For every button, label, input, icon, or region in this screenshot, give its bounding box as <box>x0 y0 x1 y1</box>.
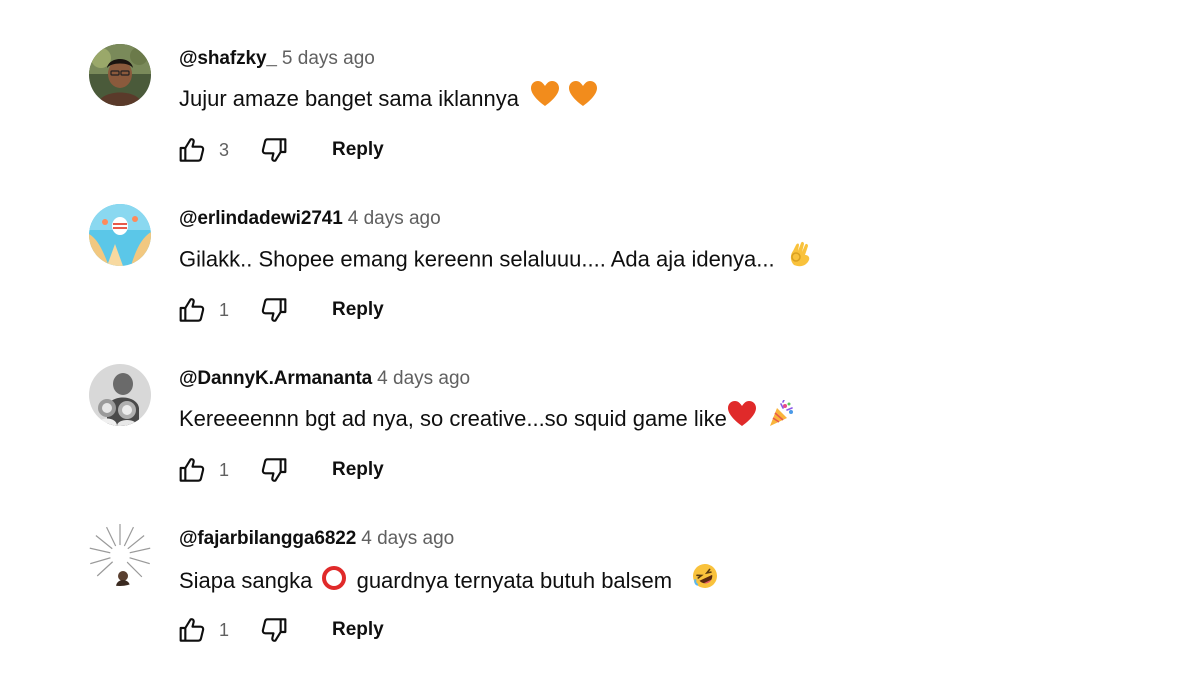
avatar[interactable] <box>89 44 151 106</box>
orange-heart-icon <box>568 80 598 116</box>
thumbs-down-icon <box>261 618 287 642</box>
like-count: 1 <box>219 620 230 640</box>
comment-body-end: guardnya ternyata butuh balsem <box>356 567 673 593</box>
avatar[interactable] <box>89 204 151 266</box>
comment-header: @DannyK.Armananta 4 days ago <box>179 366 470 392</box>
comment-text: Kereeeennn bgt ad nya, so creative...so … <box>179 398 795 436</box>
red-heart-icon <box>727 400 757 436</box>
author-name[interactable]: @fajarbilangga6822 <box>179 528 356 549</box>
reply-button[interactable]: Reply <box>332 617 384 643</box>
comment-timestamp[interactable]: 4 days ago <box>348 208 441 229</box>
author-name[interactable]: @erlindadewi2741 <box>179 208 343 229</box>
comment-actions: 1 Reply <box>176 614 436 646</box>
party-popper-icon <box>767 398 795 436</box>
comment-text: Siapa sangka guardnya ternyata butuh bal… <box>179 561 720 600</box>
like-count: 3 <box>219 140 230 160</box>
red-circle-icon <box>320 564 348 600</box>
ok-hand-icon <box>787 239 813 277</box>
comment-header: @erlindadewi2741 4 days ago <box>179 206 441 232</box>
comment-timestamp[interactable]: 4 days ago <box>361 528 454 549</box>
comment-body-start: Siapa sangka <box>179 567 313 593</box>
comment-body: Kereeeennn bgt ad nya, so creative...so … <box>179 406 727 431</box>
like-button[interactable] <box>176 614 208 646</box>
avatar[interactable] <box>89 524 151 586</box>
rolling-on-floor-laughing-icon <box>690 561 720 599</box>
comment-header: @shafzky_ 5 days ago <box>179 46 375 72</box>
comment-thread: @DannyK.Armananta 4 days ago Kereeeennn b… <box>0 320 1200 482</box>
comment-timestamp[interactable]: 5 days ago <box>282 48 375 69</box>
comment-thread: @erlindadewi2741 4 days ago Gilakk.. Shop… <box>0 160 1200 322</box>
comment-body: Gilakk.. Shopee emang kereenn selaluuu..… <box>179 246 775 272</box>
dislike-button[interactable] <box>258 614 290 646</box>
comment-text: Jujur amaze banget sama iklannya <box>179 80 598 116</box>
thumbs-up-icon <box>179 618 205 642</box>
author-name[interactable]: @DannyK.Armananta <box>179 368 372 389</box>
comment-text: Gilakk.. Shopee emang kereenn selaluuu..… <box>179 241 813 277</box>
like-count: 1 <box>219 300 230 320</box>
comments-section: @shafzky_ 5 days ago Jujur amaze banget s… <box>0 0 1200 675</box>
author-name[interactable]: @shafzky_ <box>179 48 277 69</box>
like-count: 1 <box>219 460 230 480</box>
comment-thread: @fajarbilangga6822 4 days ago Siapa sangk… <box>0 480 1200 642</box>
comment-header: @fajarbilangga6822 4 days ago <box>179 526 454 552</box>
avatar[interactable] <box>89 364 151 426</box>
comment-body: Jujur amaze banget sama iklannya <box>179 86 519 111</box>
comment-timestamp[interactable]: 4 days ago <box>377 368 470 389</box>
comment-thread: @shafzky_ 5 days ago Jujur amaze banget s… <box>0 0 1200 162</box>
orange-heart-icon <box>530 80 560 116</box>
